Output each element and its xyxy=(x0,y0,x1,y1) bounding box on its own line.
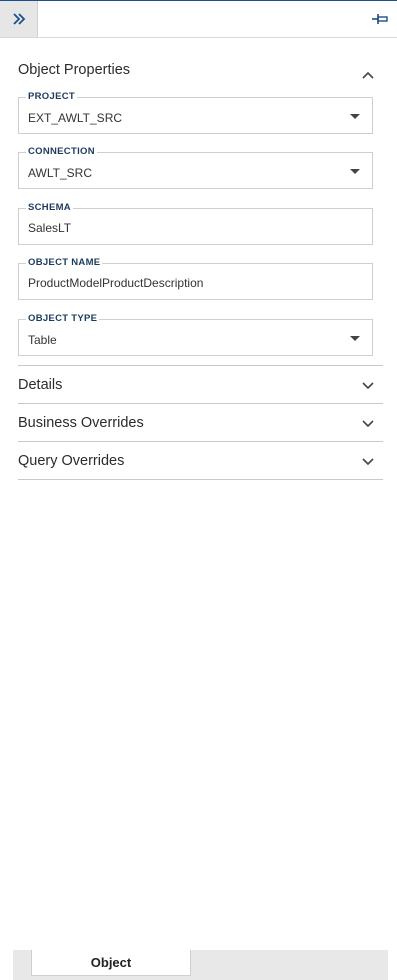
expand-panel-button[interactable] xyxy=(0,1,38,37)
schema-input[interactable] xyxy=(28,221,348,235)
details-title: Details xyxy=(18,376,63,393)
object-type-label: OBJECT TYPE xyxy=(26,313,100,324)
properties-panel: Object Properties PROJECT EXT_AWLT_SRC C… xyxy=(18,38,383,480)
object-name-input[interactable] xyxy=(28,276,348,290)
connection-label: CONNECTION xyxy=(26,146,97,157)
chevron-down-icon xyxy=(362,419,374,427)
bottom-tab-bar: Object xyxy=(13,950,388,980)
details-section-header[interactable]: Details xyxy=(18,365,383,403)
caret-down-icon[interactable] xyxy=(350,169,360,174)
double-chevron-right-icon xyxy=(12,13,25,25)
tab-object[interactable]: Object xyxy=(31,950,191,976)
chevron-down-icon xyxy=(362,457,374,465)
schema-field[interactable]: SCHEMA xyxy=(18,202,373,245)
chevron-down-icon xyxy=(362,381,374,389)
project-label: PROJECT xyxy=(26,91,77,102)
object-name-label: OBJECT NAME xyxy=(26,257,103,268)
object-type-value: Table xyxy=(28,333,57,347)
chevron-up-icon xyxy=(362,71,374,79)
object-name-field[interactable]: OBJECT NAME xyxy=(18,257,373,300)
section-divider xyxy=(18,479,383,480)
query-overrides-section-header[interactable]: Query Overrides xyxy=(18,441,383,479)
pin-icon xyxy=(372,14,388,24)
object-type-dropdown[interactable]: OBJECT TYPE Table xyxy=(18,313,373,356)
connection-value: AWLT_SRC xyxy=(28,166,93,180)
caret-down-icon[interactable] xyxy=(350,114,360,119)
query-overrides-title: Query Overrides xyxy=(18,452,125,469)
object-properties-title: Object Properties xyxy=(18,62,131,78)
business-overrides-section-header[interactable]: Business Overrides xyxy=(18,403,383,441)
tab-object-label: Object xyxy=(90,955,132,970)
caret-down-icon[interactable] xyxy=(350,336,360,341)
project-dropdown[interactable]: PROJECT EXT_AWLT_SRC xyxy=(18,91,373,134)
connection-dropdown[interactable]: CONNECTION AWLT_SRC xyxy=(18,146,373,189)
project-value: EXT_AWLT_SRC xyxy=(28,111,123,125)
panel-toolbar xyxy=(0,1,397,38)
pin-button[interactable] xyxy=(371,10,389,28)
business-overrides-title: Business Overrides xyxy=(18,414,144,431)
schema-label: SCHEMA xyxy=(26,202,73,213)
